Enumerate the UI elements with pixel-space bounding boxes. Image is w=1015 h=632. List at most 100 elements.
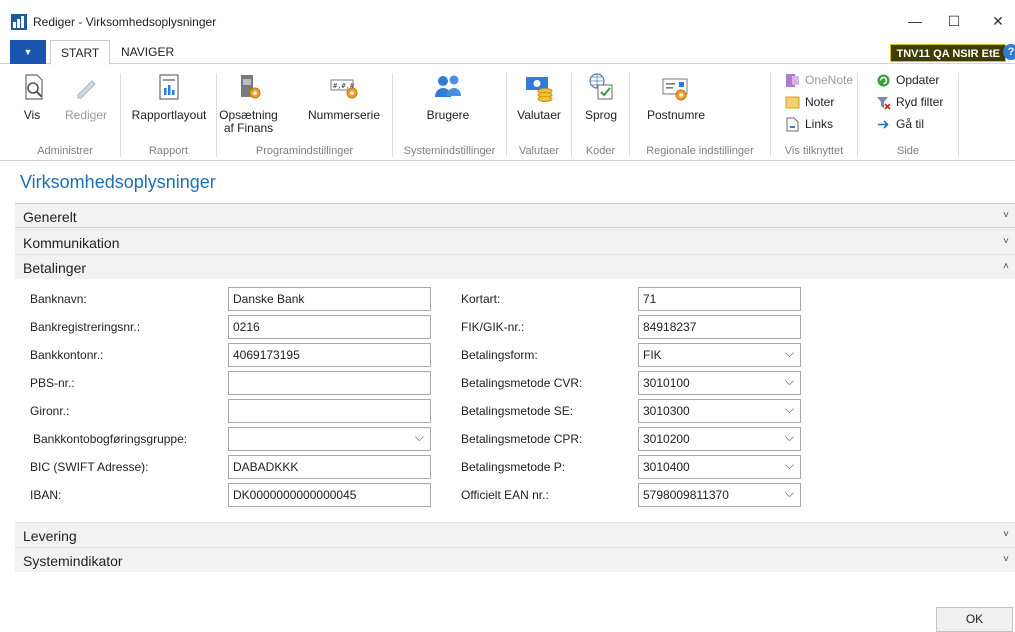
field-label-bankkontonr: Bankkontonr.:: [30, 348, 104, 362]
fasttab-generelt[interactable]: Generelt ˅: [15, 203, 1015, 228]
field-label-bankkontobogfoeringsgruppe: Bankkontobogføringsgruppe:: [33, 432, 188, 446]
officielt-ean-nr-select[interactable]: 5798009811370 ⌵: [638, 483, 801, 507]
bankkontobogfoeringsgruppe-select[interactable]: ⌵: [228, 427, 431, 451]
bankregistreringsnr-input[interactable]: 0216: [228, 315, 431, 339]
gaa-til-button[interactable]: Gå til: [876, 114, 924, 134]
fasttab-kommunikation[interactable]: Kommunikation ˅: [15, 229, 1015, 254]
noter-label: Noter: [805, 95, 835, 109]
report-layout-icon: [153, 71, 185, 103]
group-systemindstillinger: Brugere Systemindstillinger: [393, 65, 506, 161]
links-button[interactable]: Links: [785, 114, 833, 134]
field-label-bic: BIC (SWIFT Adresse):: [30, 460, 149, 474]
fasttab-generelt-label: Generelt: [23, 209, 77, 225]
betalingsmetode-se-select[interactable]: 3010300 ⌵: [638, 399, 801, 423]
ribbon-separator: [958, 73, 959, 157]
group-label-side: Side: [896, 145, 920, 157]
chevron-down-icon[interactable]: ⌵: [785, 402, 794, 417]
onenote-button[interactable]: OneNote: [785, 70, 853, 90]
rediger-label: Rediger: [64, 108, 108, 122]
minimize-button[interactable]: —: [900, 8, 930, 34]
nummerserie-label: Nummerserie: [307, 108, 380, 122]
opsaetning-label-2: af Finans: [223, 121, 274, 135]
users-icon: [432, 71, 464, 103]
field-label-iban: IBAN:: [30, 488, 62, 502]
links-label: Links: [805, 117, 834, 131]
chevron-down-icon[interactable]: ⌵: [785, 430, 794, 445]
fasttab-levering-label: Levering: [23, 528, 77, 544]
chevron-down-icon: ˅: [1003, 529, 1009, 540]
officielt-ean-nr-value: 5798009811370: [643, 488, 729, 502]
vis-button[interactable]: Vis: [18, 71, 46, 122]
gironr-input[interactable]: [228, 399, 431, 423]
bic-input[interactable]: DABADKKK: [228, 455, 431, 479]
betalingsform-select[interactable]: FIK ⌵: [638, 343, 801, 367]
ok-button[interactable]: OK: [936, 607, 1013, 632]
rediger-button[interactable]: Rediger: [60, 71, 112, 122]
number-series-icon: #,#,#: [328, 71, 360, 103]
pbs-nr-input[interactable]: [228, 371, 431, 395]
file-menu-button[interactable]: ▼: [10, 40, 46, 64]
betalingsmetode-p-value: 3010400: [643, 460, 690, 474]
valutaer-button[interactable]: Valutaer: [513, 71, 565, 122]
group-vis-tilknyttet: OneNote Noter Links Vis tilknyttet: [771, 65, 857, 161]
chevron-down-icon[interactable]: ⌵: [785, 486, 794, 501]
bankkontonr-input[interactable]: 4069173195: [228, 343, 431, 367]
field-label-kortart: Kortart:: [461, 292, 501, 306]
betalingsmetode-cpr-select[interactable]: 3010200 ⌵: [638, 427, 801, 451]
tab-start[interactable]: START: [50, 40, 111, 65]
ryd-filter-button[interactable]: Ryd filter: [876, 92, 943, 112]
field-label-betalingsform: Betalingsform:: [461, 348, 538, 362]
title-bar: Rediger - Virksomhedsoplysninger — ☐ ✕: [0, 0, 1015, 40]
field-label-banknavn: Banknavn:: [30, 292, 87, 306]
chevron-down-icon[interactable]: ⌵: [785, 346, 794, 361]
fasttab-levering[interactable]: Levering ˅: [15, 522, 1015, 547]
group-side: Opdater Ryd filter Gå til Side: [858, 65, 958, 161]
group-koder: Sprog Koder: [572, 65, 629, 161]
brugere-button[interactable]: Brugere: [423, 71, 473, 122]
banknavn-input[interactable]: Danske Bank: [228, 287, 431, 311]
field-label-gironr: Gironr.:: [30, 404, 70, 418]
notes-icon: [785, 95, 800, 110]
field-label-betalingsmetode-cvr: Betalingsmetode CVR:: [461, 376, 583, 390]
group-label-valutaer: Valutaer: [518, 145, 560, 157]
chevron-down-icon: ˅: [1003, 554, 1009, 565]
app-logo-icon: [11, 14, 27, 30]
arrow-right-icon: [876, 117, 891, 132]
window-title: Rediger - Virksomhedsoplysninger: [33, 15, 217, 29]
field-label-fik-gik-nr: FIK/GIK-nr.:: [461, 320, 525, 334]
ryd-filter-label: Ryd filter: [896, 95, 944, 109]
nummerserie-button[interactable]: #,#,# Nummerserie: [305, 71, 383, 122]
chevron-down-icon[interactable]: ⌵: [415, 430, 424, 445]
chevron-down-icon[interactable]: ⌵: [785, 374, 794, 389]
opsaetning-finans-button[interactable]: Opsætning af Finans: [217, 71, 280, 135]
betalingsmetode-p-select[interactable]: 3010400 ⌵: [638, 455, 801, 479]
kortart-input[interactable]: 71: [638, 287, 801, 311]
company-badge: TNV11 QA NSIR EtE: [890, 44, 1006, 62]
sprog-button[interactable]: Sprog: [582, 71, 620, 122]
chevron-down-icon[interactable]: ⌵: [785, 458, 794, 473]
group-administrer: Vis Rediger Administrer: [10, 65, 120, 161]
currency-icon: [523, 71, 555, 103]
onenote-icon: [785, 73, 800, 88]
fasttab-systemindikator[interactable]: Systemindikator ˅: [15, 547, 1015, 572]
rapportlayout-label: Rapportlayout: [131, 108, 207, 122]
opdater-button[interactable]: Opdater: [876, 70, 939, 90]
group-programindstillinger: Opsætning af Finans #,#,# Nummerserie Pr…: [217, 65, 392, 161]
postnumre-button[interactable]: Postnumre: [644, 71, 708, 122]
fasttab-betalinger[interactable]: Betalinger ˄: [15, 254, 1015, 279]
iban-input[interactable]: DK0000000000000045: [228, 483, 431, 507]
maximize-button[interactable]: ☐: [939, 8, 969, 34]
clear-filter-icon: [876, 95, 891, 110]
rapportlayout-button[interactable]: Rapportlayout: [129, 71, 209, 122]
noter-button[interactable]: Noter: [785, 92, 834, 112]
help-icon[interactable]: ?: [1003, 44, 1015, 60]
group-regionale-indstillinger: Postnumre Regionale indstillinger: [630, 65, 770, 161]
ribbon-tab-row: START NAVIGER TNV11 QA NSIR EtE ?: [0, 40, 1015, 65]
setup-gear-icon: [233, 71, 265, 103]
group-label-vis-tilknyttet: Vis tilknyttet: [784, 145, 844, 157]
fik-gik-nr-input[interactable]: 84918237: [638, 315, 801, 339]
onenote-label: OneNote: [805, 73, 854, 87]
betalingsmetode-cvr-select[interactable]: 3010100 ⌵: [638, 371, 801, 395]
tab-naviger[interactable]: NAVIGER: [111, 40, 184, 64]
close-button[interactable]: ✕: [983, 8, 1013, 34]
